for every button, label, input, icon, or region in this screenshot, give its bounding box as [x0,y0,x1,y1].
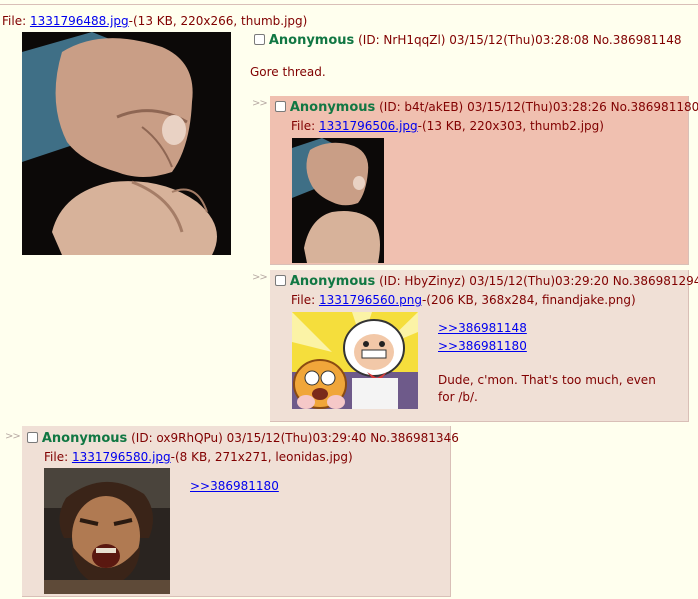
cartoon-image [292,312,418,409]
reply1-poster-id: (ID: b4t/akEB) [379,100,464,114]
reply1-select-checkbox[interactable] [275,101,286,112]
reply3-poster-id: (ID: ox9RhQPu) [131,431,223,445]
fist-bump-image [22,32,231,255]
reply2-quote-link-1[interactable]: >>386981148 [438,321,527,335]
reply2-header: Anonymous (ID: HbyZinyz) 03/15/12(Thu)03… [275,274,698,289]
reply3-file-meta: -(8 KB, 271x271, leonidas.jpg) [170,450,353,464]
reply2-thumbnail[interactable] [292,312,418,409]
reply3-file-info: File: 1331796580.jpg-(8 KB, 271x271, leo… [44,450,353,464]
reply2-poster-name: Anonymous [289,274,376,289]
reply1-header: Anonymous (ID: b4t/akEB) 03/15/12(Thu)03… [275,100,698,115]
reply2-quote-link-2[interactable]: >>386981180 [438,339,527,353]
reply2-quote-2[interactable]: >>386981180 [438,339,527,353]
reply1-file-link[interactable]: 1331796506.jpg [319,119,418,133]
op-file-link[interactable]: 1331796488.jpg [30,14,129,28]
reply2-post-number[interactable]: No.386981294 [613,274,698,288]
reply3-thumbnail[interactable] [44,468,170,594]
reply2-file-info: File: 1331796560.png-(206 KB, 368x284, f… [291,293,636,307]
fist-bump-image [292,138,384,263]
op-file-meta: -(13 KB, 220x266, thumb.jpg) [128,14,308,28]
top-divider [0,4,698,5]
reply1-file-meta: -(13 KB, 220x303, thumb2.jpg) [417,119,604,133]
reply2-file-link[interactable]: 1331796560.png [319,293,422,307]
op-select-checkbox[interactable] [254,34,265,45]
shouting-man-image [44,468,170,594]
reply2-arrows: >> [252,272,268,283]
reply3-post-number[interactable]: No.386981346 [370,431,459,445]
op-header: Anonymous (ID: NrH1qqZl) 03/15/12(Thu)03… [254,33,681,48]
reply-post-386981180: Anonymous (ID: b4t/akEB) 03/15/12(Thu)03… [270,96,698,265]
op-datetime: 03/15/12(Thu)03:28:08 [449,33,589,47]
reply2-file-prefix: File: [291,293,319,307]
reply-post-386981294: Anonymous (ID: HbyZinyz) 03/15/12(Thu)03… [270,270,698,422]
reply3-header: Anonymous (ID: ox9RhQPu) 03/15/12(Thu)03… [27,431,459,446]
reply3-datetime: 03/15/12(Thu)03:29:40 [226,431,367,445]
reply3-arrows: >> [5,431,21,442]
op-poster-name: Anonymous [268,33,355,48]
reply1-thumbnail[interactable] [292,138,384,263]
reply3-file-link[interactable]: 1331796580.jpg [72,450,171,464]
reply2-file-meta: -(206 KB, 368x284, finandjake.png) [421,293,636,307]
reply1-arrows: >> [252,98,268,109]
reply1-datetime: 03/15/12(Thu)03:28:26 [467,100,607,114]
reply3-poster-name: Anonymous [41,431,128,446]
reply2-comment-line-2: for /b/. [438,390,478,404]
reply3-file-prefix: File: [44,450,72,464]
op-post-number[interactable]: No.386981148 [593,33,682,47]
reply3-quote-link-1[interactable]: >>386981180 [190,479,279,493]
reply2-quote-1[interactable]: >>386981148 [438,321,527,335]
reply1-file-info: File: 1331796506.jpg-(13 KB, 220x303, th… [291,119,604,133]
reply1-poster-name: Anonymous [289,100,376,115]
reply2-comment-line-1: Dude, c'mon. That's too much, even [438,373,656,387]
reply2-select-checkbox[interactable] [275,275,286,286]
op-comment: Gore thread. [250,65,326,79]
reply3-quote-1[interactable]: >>386981180 [190,479,279,493]
reply1-post-number[interactable]: No.386981180 [611,100,698,114]
reply2-datetime: 03/15/12(Thu)03:29:20 [469,274,609,288]
op-poster-id: (ID: NrH1qqZl) [358,33,446,47]
op-file-info: File: 1331796488.jpg-(13 KB, 220x266, th… [2,14,307,28]
reply-post-386981346: Anonymous (ID: ox9RhQPu) 03/15/12(Thu)03… [22,426,459,597]
reply3-select-checkbox[interactable] [27,432,38,443]
op-thumbnail[interactable] [22,32,231,255]
reply2-poster-id: (ID: HbyZinyz) [379,274,466,288]
reply1-file-prefix: File: [291,119,319,133]
op-file-prefix: File: [2,14,30,28]
